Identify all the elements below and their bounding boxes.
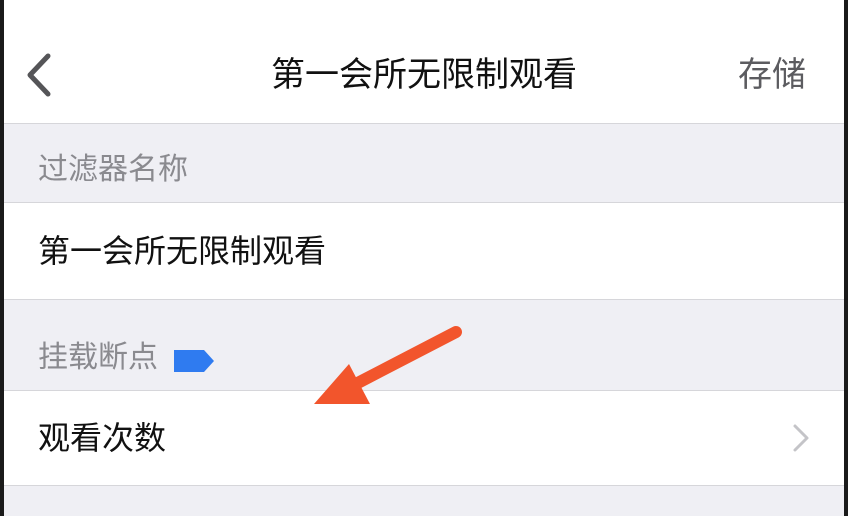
section-header-mount-breakpoint: 挂载断点 xyxy=(4,300,844,390)
filter-name-field[interactable]: 第一会所无限制观看 xyxy=(4,202,844,300)
page-title: 第一会所无限制观看 xyxy=(271,55,577,95)
section-header-label: 过滤器名称 xyxy=(38,152,188,187)
navigation-bar: 第一会所无限制观看 存储 xyxy=(4,0,844,124)
tag-icon xyxy=(174,350,214,372)
section-header-label: 挂载断点 xyxy=(38,340,158,375)
list-item-label: 观看次数 xyxy=(38,419,167,457)
section-header-filter-name: 过滤器名称 xyxy=(4,124,844,202)
chevron-right-icon xyxy=(793,424,809,452)
list-item-view-count[interactable]: 观看次数 xyxy=(4,390,844,486)
filter-name-value: 第一会所无限制观看 xyxy=(38,232,327,270)
save-button[interactable]: 存储 xyxy=(738,48,806,102)
app-screen: 第一会所无限制观看 存储 过滤器名称 第一会所无限制观看 挂载断点 观看次数 xyxy=(4,0,844,516)
